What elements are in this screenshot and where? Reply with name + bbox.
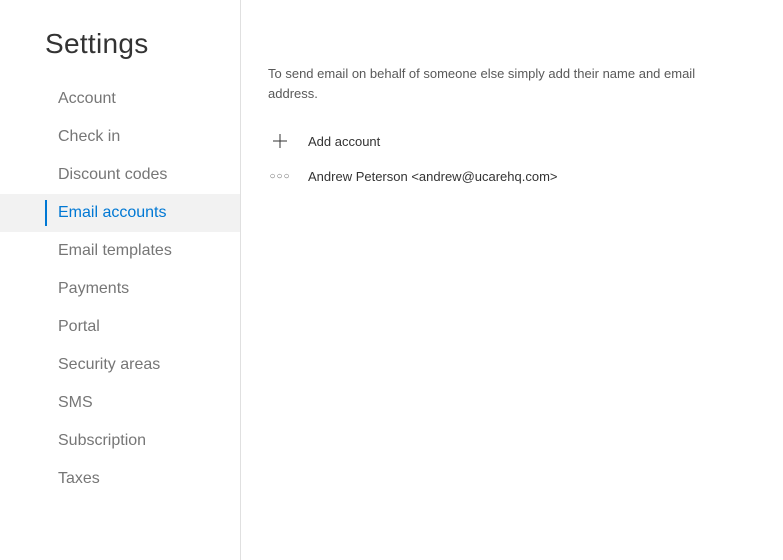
sidebar-item-label: Payments — [58, 280, 129, 297]
sidebar-item-label: Check in — [58, 128, 120, 145]
sidebar-item-subscription[interactable]: Subscription — [0, 422, 240, 460]
page-title: Settings — [0, 28, 240, 60]
sidebar-list: Account Check in Discount codes Email ac… — [0, 80, 240, 498]
sidebar-item-email-accounts[interactable]: Email accounts — [0, 194, 240, 232]
sidebar-item-label: Subscription — [58, 432, 146, 449]
sidebar-item-portal[interactable]: Portal — [0, 308, 240, 346]
sidebar-item-label: Discount codes — [58, 166, 167, 183]
main-content: To send email on behalf of someone else … — [241, 0, 783, 560]
sidebar-item-email-templates[interactable]: Email templates — [0, 232, 240, 270]
account-display: Andrew Peterson <andrew@ucarehq.com> — [308, 169, 558, 184]
account-item[interactable]: ○○○ Andrew Peterson <andrew@ucarehq.com> — [268, 163, 753, 190]
sidebar-item-label: Portal — [58, 318, 100, 335]
more-icon[interactable]: ○○○ — [268, 171, 292, 182]
sidebar-item-sms[interactable]: SMS — [0, 384, 240, 422]
sidebar-item-account[interactable]: Account — [0, 80, 240, 118]
sidebar-item-label: SMS — [58, 394, 93, 411]
sidebar-item-payments[interactable]: Payments — [0, 270, 240, 308]
sidebar-item-taxes[interactable]: Taxes — [0, 460, 240, 498]
plus-icon — [268, 133, 292, 149]
sidebar-item-security-areas[interactable]: Security areas — [0, 346, 240, 384]
sidebar-item-discount-codes[interactable]: Discount codes — [0, 156, 240, 194]
sidebar-item-label: Account — [58, 90, 116, 107]
add-account-label: Add account — [308, 134, 380, 149]
sidebar-item-check-in[interactable]: Check in — [0, 118, 240, 156]
sidebar-item-label: Security areas — [58, 356, 160, 373]
sidebar-item-label: Email templates — [58, 242, 172, 259]
sidebar-item-label: Taxes — [58, 470, 100, 487]
sidebar: Settings Account Check in Discount codes… — [0, 0, 241, 560]
sidebar-item-label: Email accounts — [58, 204, 167, 221]
add-account-button[interactable]: Add account — [268, 127, 753, 155]
description-text: To send email on behalf of someone else … — [268, 64, 738, 103]
